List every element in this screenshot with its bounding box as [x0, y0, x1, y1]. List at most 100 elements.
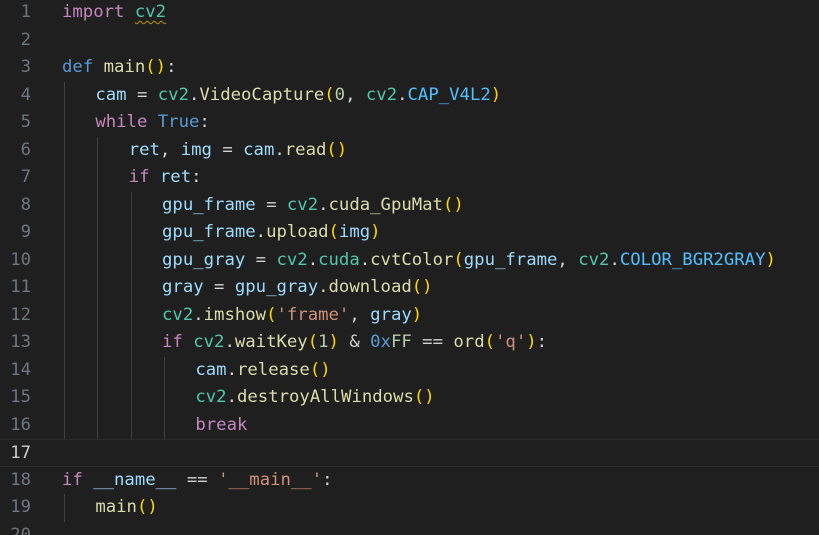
code-line[interactable]: 15 cv2.destroyAllWindows() — [0, 384, 819, 412]
indent-guide — [97, 136, 99, 439]
code-token: () — [145, 57, 167, 77]
code-token: . — [193, 304, 204, 325]
code-line[interactable]: 13 if cv2.waitKey(1) & 0xFF == ord('q'): — [0, 329, 819, 357]
code-token: COLOR_BGR2GRAY — [619, 249, 766, 270]
code-token: gpu_gray — [162, 249, 246, 270]
code-token: () — [309, 359, 331, 380]
code-token: destroyAllWindows — [237, 387, 414, 407]
code-token: . — [255, 222, 267, 242]
code-token: , — [345, 84, 366, 105]
code-token: ( — [307, 332, 319, 352]
code-token: . — [224, 332, 235, 352]
code-line[interactable]: 6 ret, img = cam.read() — [0, 137, 819, 165]
code-line[interactable]: 3 def main(): — [0, 54, 819, 82]
code-token: . — [359, 249, 371, 270]
code-token: : — [322, 469, 333, 490]
code-token: cv2 — [193, 332, 225, 352]
code-token: () — [411, 277, 433, 297]
code-token: gpu_gray — [234, 277, 319, 297]
code-token: . — [226, 359, 237, 380]
code-line[interactable]: 12 cv2.imshow('frame', gray) — [0, 302, 819, 330]
code-token: '__main__' — [218, 469, 323, 490]
code-line[interactable]: 9 gpu_frame.upload(img) — [0, 219, 819, 247]
code-token: cam — [195, 359, 227, 380]
code-line[interactable]: 16 break — [0, 412, 819, 440]
code-line[interactable]: 14 cam.release() — [0, 357, 819, 385]
code-line[interactable]: 10 gpu_gray = cv2.cuda.cvtColor(gpu_frame… — [0, 247, 819, 275]
code-token: , — [159, 139, 181, 160]
code-token: cam — [243, 139, 275, 160]
code-line[interactable]: 17 — [0, 439, 819, 467]
code-line[interactable]: 8 gpu_frame = cv2.cuda_GpuMat() — [0, 192, 819, 220]
code-token: ) — [526, 332, 537, 352]
code-token: ( — [484, 332, 496, 352]
code-text: main() — [95, 494, 157, 522]
code-token: def — [62, 57, 94, 77]
code-token: : — [191, 167, 202, 187]
code-token: upload — [266, 222, 329, 242]
code-token: cam — [95, 84, 127, 105]
code-token: cv2 — [195, 387, 227, 407]
code-token: . — [318, 277, 329, 297]
code-token: ) — [765, 249, 776, 270]
line-number: 13 — [10, 332, 31, 352]
code-line[interactable]: 4 cam = cv2.VideoCapture(0, cv2.CAP_V4L2) — [0, 82, 819, 110]
code-token: gpu_frame — [463, 249, 558, 270]
line-number: 15 — [10, 387, 31, 407]
code-line[interactable]: 5 while True: — [0, 109, 819, 137]
code-token: gpu_frame — [162, 194, 256, 215]
code-text: cam.release() — [195, 357, 330, 385]
code-line[interactable]: 7 if ret: — [0, 164, 819, 192]
code-token: read — [284, 139, 327, 160]
code-token: : — [166, 57, 177, 77]
code-line[interactable]: 20 — [0, 522, 819, 535]
code-text: gpu_frame.upload(img) — [162, 219, 381, 247]
code-text: while True: — [95, 109, 209, 137]
code-token: () — [442, 194, 464, 215]
code-line[interactable]: 2 — [0, 27, 819, 55]
line-number: 6 — [20, 139, 31, 160]
code-token: . — [609, 249, 620, 270]
code-token: ret — [128, 139, 160, 160]
line-number: 9 — [20, 222, 31, 242]
code-token: . — [307, 249, 319, 270]
code-token: : — [199, 112, 210, 132]
code-token: cv2 — [162, 304, 194, 325]
line-number: 16 — [10, 414, 31, 435]
line-number: 4 — [20, 84, 31, 105]
code-editor[interactable]: 1 import cv2 2 3 def main(): 4 cam = cv2.Video… — [0, 0, 819, 535]
line-number: 18 — [10, 469, 31, 490]
code-token: while — [95, 112, 148, 132]
code-token: = — [255, 194, 287, 215]
code-token: ord — [453, 332, 485, 352]
code-token: imshow — [203, 304, 267, 325]
code-text: def main(): — [62, 54, 176, 82]
code-text: gpu_frame = cv2.cuda_GpuMat() — [162, 192, 464, 220]
line-number: 7 — [20, 167, 31, 187]
code-text: ret, img = cam.read() — [129, 137, 348, 165]
indent-guide — [130, 191, 132, 439]
code-token: 0x — [370, 332, 391, 352]
indent-guide — [164, 356, 166, 439]
code-line[interactable]: 18 if __name__ == '__main__': — [0, 467, 819, 495]
code-line[interactable]: 1 import cv2 — [0, 0, 819, 27]
code-line[interactable]: 19 main() — [0, 494, 819, 522]
code-token: img — [338, 222, 371, 242]
code-text: import cv2 — [62, 0, 166, 27]
code-token: = — [245, 249, 277, 270]
code-token: cv2 — [578, 249, 610, 270]
code-token: ( — [266, 304, 277, 325]
indent-guide — [64, 494, 65, 522]
code-line[interactable]: 11 gray = gpu_gray.download() — [0, 274, 819, 302]
code-token: = — [203, 277, 235, 297]
code-token: ) — [490, 84, 502, 105]
line-number: 19 — [10, 497, 31, 517]
code-token: ( — [453, 249, 464, 270]
code-token: if — [62, 469, 83, 490]
code-token: . — [318, 194, 329, 215]
line-number: 10 — [10, 249, 31, 270]
code-text: cv2.imshow('frame', gray) — [162, 302, 422, 330]
code-token: cv2 — [365, 84, 398, 105]
code-token: download — [328, 277, 412, 297]
